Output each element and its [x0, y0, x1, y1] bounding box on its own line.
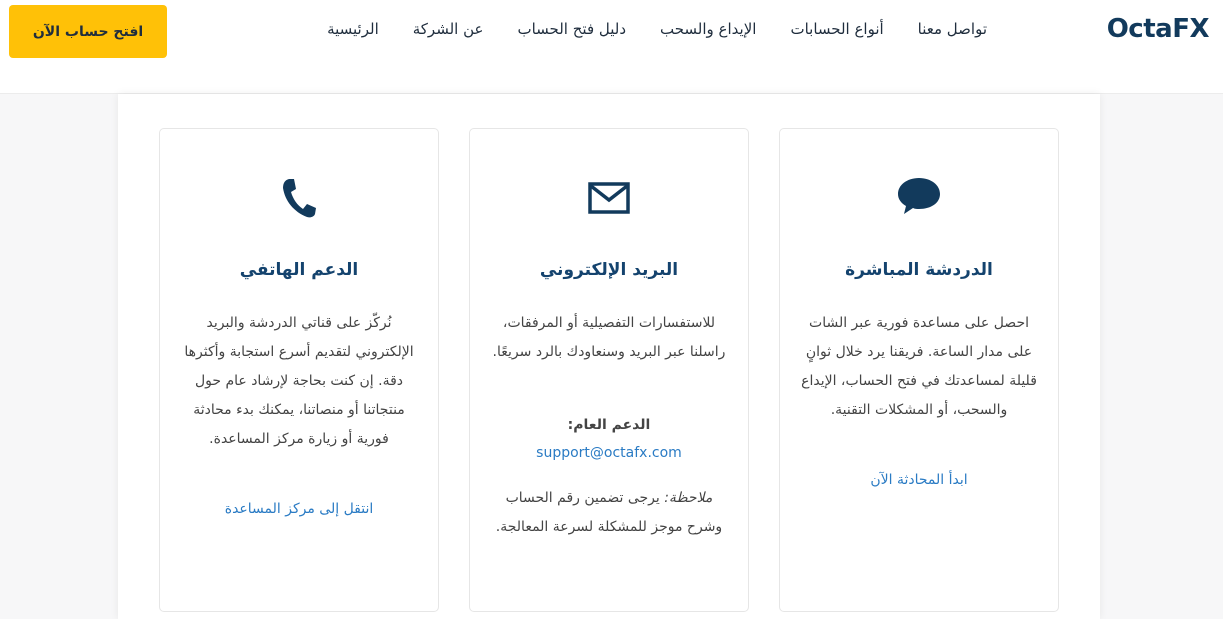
email-card: البريد الإلكتروني للاستفسارات التفصيلية … — [469, 128, 749, 612]
note-label: ملاحظة: — [664, 490, 713, 506]
nav-deposit-withdraw[interactable]: الإيداع والسحب — [660, 20, 756, 38]
nav-account-guide[interactable]: دليل فتح الحساب — [517, 20, 626, 38]
phone-support-card: الدعم الهاتفي نُركّز على قناتي الدردشة و… — [159, 128, 439, 612]
nav-account-types[interactable]: أنواع الحسابات — [790, 20, 883, 38]
envelope-icon — [470, 182, 748, 214]
chat-bubble-icon — [780, 176, 1058, 216]
live-chat-title: الدردشة المباشرة — [845, 260, 993, 280]
support-email-link[interactable]: support@octafx.com — [470, 445, 748, 461]
email-description: للاستفسارات التفصيلية أو المرفقات، راسلن… — [492, 315, 726, 360]
nav-about[interactable]: عن الشركة — [413, 20, 484, 38]
nav-home[interactable]: الرئيسية — [327, 20, 379, 38]
phone-support-description: نُركّز على قناتي الدردشة والبريد الإلكتر… — [184, 315, 414, 447]
open-account-button[interactable]: افتح حساب الآن — [9, 5, 167, 58]
logo[interactable]: OctaFX — [1107, 14, 1210, 44]
main-nav: الرئيسية عن الشركة دليل فتح الحساب الإيد… — [327, 20, 987, 38]
email-note: ملاحظة: يرجى تضمين رقم الحساب وشرح موجز … — [490, 484, 728, 542]
phone-support-title: الدعم الهاتفي — [239, 260, 359, 280]
support-section: الدردشة المباشرة احصل على مساعدة فورية ع… — [118, 94, 1100, 619]
site-header: OctaFX الرئيسية عن الشركة دليل فتح الحسا… — [0, 0, 1223, 94]
start-chat-link[interactable]: ابدأ المحادثة الآن — [780, 472, 1058, 488]
email-title: البريد الإلكتروني — [539, 260, 679, 280]
nav-contact[interactable]: تواصل معنا — [918, 20, 987, 38]
phone-icon — [160, 176, 438, 220]
support-label: الدعم العام: — [567, 417, 651, 433]
live-chat-card: الدردشة المباشرة احصل على مساعدة فورية ع… — [779, 128, 1059, 612]
help-center-link[interactable]: انتقل إلى مركز المساعدة — [160, 501, 438, 517]
live-chat-description: احصل على مساعدة فورية عبر الشات على مدار… — [801, 315, 1037, 418]
